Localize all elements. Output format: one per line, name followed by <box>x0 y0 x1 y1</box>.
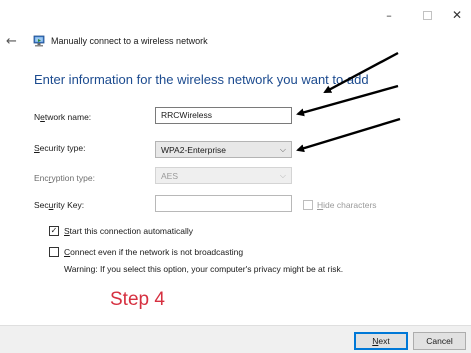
title-bar: – ✕ <box>0 0 471 30</box>
minimize-icon: – <box>386 8 392 22</box>
connect-even-checkbox[interactable]: Connect even if the network is not broad… <box>49 247 243 257</box>
check-icon: ✓ <box>49 226 59 236</box>
minimize-button[interactable]: – <box>377 0 401 30</box>
hide-characters-label: Hide characters <box>317 200 377 210</box>
arrow-to-network-name <box>296 84 399 117</box>
security-key-label: Security Key: <box>34 200 85 210</box>
network-icon <box>33 35 45 47</box>
checkbox-box <box>49 247 59 257</box>
connect-even-label: Connect even if the network is not broad… <box>64 247 244 257</box>
checkbox-box <box>303 200 313 210</box>
hide-characters-checkbox[interactable]: Hide characters <box>303 200 377 210</box>
start-automatically-checkbox[interactable]: ✓ Start this connection automatically <box>49 226 193 236</box>
start-automatically-label: Start this connection automatically <box>64 226 193 236</box>
security-type-label: Security type: <box>34 143 86 153</box>
security-type-value: WPA2-Enterprise <box>161 144 227 155</box>
encryption-type-dropdown[interactable]: AES ⌵ <box>155 167 292 184</box>
chevron-down-icon: ⌵ <box>279 170 286 180</box>
back-button[interactable]: ← <box>6 34 22 50</box>
wizard-title: Manually connect to a wireless network <box>51 36 208 46</box>
next-button[interactable]: Next <box>354 332 408 350</box>
cancel-button[interactable]: Cancel <box>413 332 466 350</box>
back-arrow-icon: ← <box>6 34 17 49</box>
close-icon: ✕ <box>451 8 463 22</box>
arrow-to-security-type <box>296 117 401 153</box>
button-bar: Next Cancel <box>0 325 471 353</box>
chevron-down-icon: ⌵ <box>279 144 286 154</box>
step-annotation: Step 4 <box>110 289 165 310</box>
encryption-type-value: AES <box>161 170 179 181</box>
security-key-input[interactable] <box>155 195 292 212</box>
maximize-button[interactable] <box>415 0 439 30</box>
network-name-label: Network name: <box>34 112 92 122</box>
privacy-warning: Warning: If you select this option, your… <box>64 264 344 274</box>
page-heading: Enter information for the wireless netwo… <box>34 72 369 87</box>
close-button[interactable]: ✕ <box>445 0 469 30</box>
security-type-dropdown[interactable]: WPA2-Enterprise ⌵ <box>155 141 292 158</box>
wizard-header: ← Manually connect to a wireless network <box>0 32 471 56</box>
maximize-icon <box>422 10 432 20</box>
encryption-type-label: Encryption type: <box>34 173 95 183</box>
network-name-input[interactable]: RRCWireless <box>155 107 292 124</box>
